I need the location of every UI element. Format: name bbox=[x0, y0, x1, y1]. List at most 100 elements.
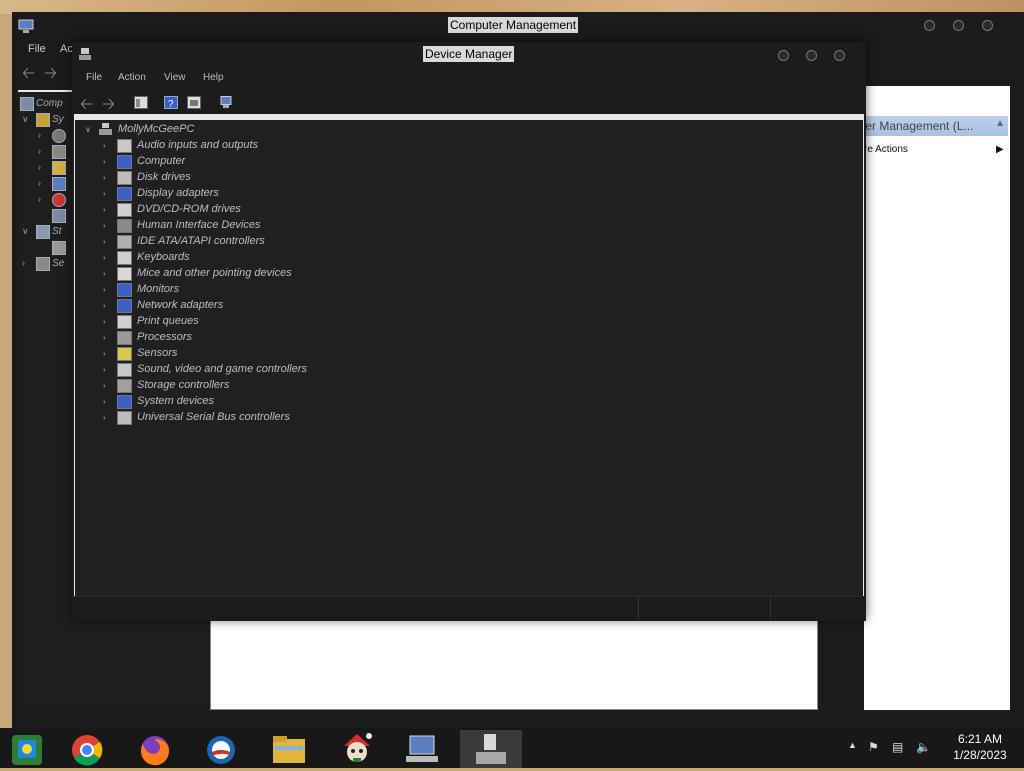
collapse-icon[interactable]: ∨ bbox=[22, 226, 29, 237]
device-category-usb[interactable]: › Universal Serial Bus controllers bbox=[75, 410, 475, 426]
expand-icon[interactable]: › bbox=[22, 258, 25, 268]
cm-tree-item-event-viewer[interactable]: › bbox=[18, 144, 78, 160]
device-category-ide-controller[interactable]: › IDE ATA/ATAPI controllers bbox=[75, 234, 475, 250]
device-category-system-device[interactable]: › System devices bbox=[75, 394, 475, 410]
cm-tree-item-services[interactable]: › Se bbox=[18, 256, 78, 272]
expand-icon[interactable]: › bbox=[103, 269, 106, 278]
taskbar-chrome[interactable] bbox=[56, 730, 118, 768]
expand-icon[interactable]: › bbox=[38, 146, 41, 156]
dvd-drive-icon bbox=[117, 203, 132, 217]
cm-tree-item-shared-folders[interactable]: › bbox=[18, 160, 78, 176]
device-category-processor[interactable]: › Processors bbox=[75, 330, 475, 346]
expand-icon[interactable]: › bbox=[103, 221, 106, 230]
device-tree-root[interactable]: ∨ MollyMcGeePC bbox=[75, 122, 475, 138]
taskbar-obama-logo[interactable] bbox=[190, 730, 252, 768]
cm-forward-icon[interactable]: 🡢 bbox=[44, 62, 57, 89]
taskbar-device-manager[interactable] bbox=[460, 730, 522, 768]
expand-icon[interactable]: › bbox=[103, 349, 106, 358]
expand-icon[interactable]: › bbox=[103, 317, 106, 326]
device-category-keyboard[interactable]: › Keyboards bbox=[75, 250, 475, 266]
device-category-label: Processors bbox=[137, 331, 193, 343]
cm-tree-item-performance[interactable]: › bbox=[18, 192, 78, 208]
device-category-monitor[interactable]: › Monitors bbox=[75, 282, 475, 298]
expand-icon[interactable]: › bbox=[103, 285, 106, 294]
cm-back-icon[interactable]: 🡠 bbox=[22, 62, 35, 89]
collapse-up-icon[interactable]: ▲ bbox=[995, 118, 1005, 129]
dm-title-bar[interactable]: Device Manager bbox=[72, 42, 866, 68]
expand-icon[interactable]: › bbox=[103, 413, 106, 422]
show-hidden-icons[interactable]: ▲ bbox=[848, 740, 857, 750]
taskbar-app-store[interactable] bbox=[0, 730, 62, 768]
keyboard-icon bbox=[117, 251, 132, 265]
taskbar-file-explorer[interactable] bbox=[258, 730, 320, 768]
cm-menu-file[interactable]: File bbox=[28, 43, 46, 55]
device-category-hid[interactable]: › Human Interface Devices bbox=[75, 218, 475, 234]
device-category-network-adapter[interactable]: › Network adapters bbox=[75, 298, 475, 314]
mouse-icon bbox=[117, 267, 132, 281]
dm-maximize-button[interactable] bbox=[806, 50, 817, 61]
more-actions-item[interactable]: re Actions ▶ bbox=[864, 144, 1004, 155]
collapse-icon[interactable]: ∨ bbox=[22, 114, 29, 125]
expand-icon[interactable]: › bbox=[103, 253, 106, 262]
expand-icon[interactable]: › bbox=[38, 194, 41, 204]
expand-icon[interactable]: › bbox=[103, 173, 106, 182]
expand-icon[interactable]: › bbox=[103, 333, 106, 342]
cm-menu-action[interactable]: Ac bbox=[60, 43, 73, 55]
expand-icon[interactable]: › bbox=[103, 205, 106, 214]
expand-icon[interactable]: › bbox=[103, 365, 106, 374]
cm-tree-item-storage[interactable]: ∨ St bbox=[18, 224, 78, 240]
cm-tree-item-disk-management[interactable] bbox=[18, 240, 78, 256]
expand-icon[interactable]: › bbox=[103, 141, 106, 150]
dm-menu-file[interactable]: File bbox=[86, 72, 102, 83]
device-category-dvd-drive[interactable]: › DVD/CD-ROM drives bbox=[75, 202, 475, 218]
device-manager-window[interactable]: Device Manager File Action View Help 🡠 🡢… bbox=[72, 42, 866, 621]
action-center-flag-icon[interactable]: ⚑ bbox=[868, 740, 879, 754]
device-category-sensor[interactable]: › Sensors bbox=[75, 346, 475, 362]
cm-tree-item-device-manager[interactable] bbox=[18, 208, 78, 224]
expand-icon[interactable]: › bbox=[103, 397, 106, 406]
device-category-computer[interactable]: › Computer bbox=[75, 154, 475, 170]
device-category-printer[interactable]: › Print queues bbox=[75, 314, 475, 330]
scan-hardware-icon[interactable] bbox=[219, 96, 233, 109]
cm-tree-item-task-scheduler[interactable]: › bbox=[18, 128, 78, 144]
dm-menu-help[interactable]: Help bbox=[203, 72, 224, 83]
santa-skull-icon bbox=[344, 733, 372, 762]
dm-menu-view[interactable]: View bbox=[164, 72, 186, 83]
cm-minimize-button[interactable] bbox=[924, 20, 935, 31]
device-category-speaker[interactable]: › Audio inputs and outputs bbox=[75, 138, 475, 154]
collapse-icon[interactable]: ∨ bbox=[85, 125, 91, 134]
dm-close-button[interactable] bbox=[834, 50, 845, 61]
taskbar-computer-management[interactable] bbox=[392, 730, 454, 768]
cm-tree-item-system-tools[interactable]: ∨ Sy bbox=[18, 112, 78, 128]
cm-tree-item-local-users[interactable]: › bbox=[18, 176, 78, 192]
storage-controller-icon bbox=[117, 379, 132, 393]
help-icon[interactable]: ? bbox=[164, 96, 178, 109]
device-category-display-adapter[interactable]: › Display adapters bbox=[75, 186, 475, 202]
device-category-storage-controller[interactable]: › Storage controllers bbox=[75, 378, 475, 394]
show-hide-console-tree-icon[interactable] bbox=[134, 96, 148, 109]
cm-close-button[interactable] bbox=[982, 20, 993, 31]
device-category-sound[interactable]: › Sound, video and game controllers bbox=[75, 362, 475, 378]
cm-actions-header[interactable]: ter Management (L... ▲ bbox=[862, 116, 1008, 136]
expand-icon[interactable]: › bbox=[103, 381, 106, 390]
network-icon[interactable]: ▤ bbox=[892, 740, 903, 754]
expand-icon[interactable]: › bbox=[103, 157, 106, 166]
cm-title-bar[interactable]: Computer Management bbox=[12, 12, 1024, 40]
system-clock[interactable]: 6:21 AM 1/28/2023 bbox=[940, 731, 1020, 763]
properties-icon[interactable] bbox=[187, 96, 201, 109]
device-category-disk-drive[interactable]: › Disk drives bbox=[75, 170, 475, 186]
expand-icon[interactable]: › bbox=[38, 162, 41, 172]
expand-icon[interactable]: › bbox=[103, 301, 106, 310]
dm-minimize-button[interactable] bbox=[778, 50, 789, 61]
cm-tree-item-root[interactable]: Comp bbox=[18, 96, 78, 112]
taskbar-santa-skull[interactable] bbox=[326, 730, 388, 768]
expand-icon[interactable]: › bbox=[38, 130, 41, 140]
dm-menu-action[interactable]: Action bbox=[118, 72, 146, 83]
taskbar-firefox[interactable] bbox=[124, 730, 186, 768]
volume-icon[interactable]: 🔈 bbox=[916, 740, 931, 754]
expand-icon[interactable]: › bbox=[103, 189, 106, 198]
expand-icon[interactable]: › bbox=[103, 237, 106, 246]
cm-maximize-button[interactable] bbox=[953, 20, 964, 31]
device-category-mouse[interactable]: › Mice and other pointing devices bbox=[75, 266, 475, 282]
expand-icon[interactable]: › bbox=[38, 178, 41, 188]
